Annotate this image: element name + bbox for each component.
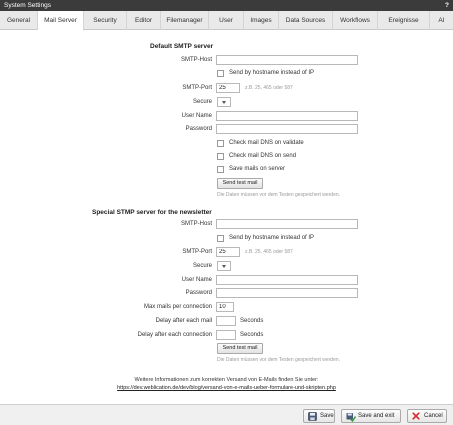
nl-smtp-port-input[interactable]: [216, 247, 240, 257]
delay-mail-label: Delay after each mail: [155, 318, 212, 324]
user-name-label: User Name: [181, 113, 212, 119]
send-by-hostname-label: Send by hostname instead of IP: [229, 70, 315, 76]
window-title: System Settings: [4, 2, 51, 9]
password-input[interactable]: [216, 124, 358, 134]
cancel-button[interactable]: Cancel: [407, 409, 447, 423]
tab-mail-server[interactable]: Mail Server: [38, 11, 84, 31]
smtp-port-input[interactable]: [216, 83, 240, 93]
smtp-port-hint: z.B. 25, 465 oder 587: [245, 85, 293, 91]
secure-label: Secure: [192, 99, 212, 105]
mail-server-panel: Default SMTP server SMTP-Host Send by ho…: [0, 31, 453, 404]
check-dns-send-checkbox[interactable]: [217, 153, 224, 160]
footer-bar: Save Save and exit Cancel: [0, 404, 453, 425]
nl-smtp-host-input[interactable]: [216, 219, 358, 229]
check-dns-validate-checkbox[interactable]: [217, 140, 224, 147]
tab-bar: General Mail Server Security Editor File…: [0, 11, 453, 31]
tab-workflows[interactable]: Workflows: [333, 11, 378, 30]
delay-connection-unit: Seconds: [240, 332, 264, 338]
nl-send-test-mail-button[interactable]: Send test mail: [217, 343, 263, 354]
save-label: Save: [320, 413, 334, 419]
help-button[interactable]: ?: [445, 0, 449, 11]
secure-select[interactable]: [217, 97, 231, 107]
chevron-down-icon: [222, 101, 226, 104]
password-label: Password: [185, 126, 212, 132]
check-dns-validate-label: Check mail DNS on validate: [229, 140, 304, 146]
tab-ai[interactable]: AI: [430, 11, 453, 30]
info-text: Weitere Informationen zum korrekten Vers…: [134, 377, 319, 383]
nl-secure-label: Secure: [192, 263, 212, 269]
tab-filemanager[interactable]: Filemanager: [161, 11, 209, 30]
tab-general[interactable]: General: [0, 11, 38, 30]
save-exit-icon: [346, 413, 356, 422]
save-mails-label: Save mails on server: [229, 166, 286, 172]
tab-user[interactable]: User: [209, 11, 244, 30]
smtp-host-label: SMTP-Host: [180, 57, 212, 63]
nl-secure-select[interactable]: [217, 261, 231, 271]
tab-images[interactable]: Images: [244, 11, 279, 30]
save-button[interactable]: Save: [303, 409, 335, 423]
send-test-mail-button[interactable]: Send test mail: [217, 178, 263, 189]
delay-mail-unit: Seconds: [240, 318, 264, 324]
tab-data-sources[interactable]: Data Sources: [279, 11, 333, 30]
default-smtp-heading: Default SMTP server: [150, 43, 214, 50]
max-mails-label: Max mails per connection: [143, 304, 212, 310]
tab-ereignisse[interactable]: Ereignisse: [378, 11, 430, 30]
send-by-hostname-checkbox[interactable]: [217, 70, 224, 77]
delay-mail-input[interactable]: [216, 316, 236, 326]
save-and-exit-button[interactable]: Save and exit: [341, 409, 401, 423]
window-titlebar: System Settings ?: [0, 0, 453, 11]
save-and-exit-label: Save and exit: [358, 413, 395, 419]
user-name-input[interactable]: [216, 111, 358, 121]
close-icon: [412, 412, 420, 420]
nl-send-by-hostname-checkbox[interactable]: [217, 235, 224, 242]
cancel-label: Cancel: [424, 413, 443, 419]
nl-smtp-port-label: SMTP-Port: [182, 249, 212, 255]
nl-smtp-port-hint: z.B. 25, 465 oder 587: [245, 249, 293, 255]
test-mail-hint: Die Daten müssen vor dem Testen gespeich…: [217, 192, 341, 198]
nl-test-mail-hint: Die Daten müssen vor dem Testen gespeich…: [217, 357, 341, 363]
max-mails-input[interactable]: [216, 302, 234, 312]
info-link[interactable]: https://dev.weblication.de/dev/blog/vers…: [0, 384, 453, 392]
smtp-port-label: SMTP-Port: [182, 85, 212, 91]
nl-smtp-host-label: SMTP-Host: [180, 221, 212, 227]
nl-user-name-label: User Name: [181, 277, 212, 283]
newsletter-smtp-heading: Special STMP server for the newsletter: [92, 209, 212, 216]
nl-password-label: Password: [185, 290, 212, 296]
floppy-disk-icon: [308, 412, 317, 421]
tab-editor[interactable]: Editor: [127, 11, 161, 30]
nl-password-input[interactable]: [216, 288, 358, 298]
nl-user-name-input[interactable]: [216, 275, 358, 285]
chevron-down-icon: [222, 265, 226, 268]
smtp-host-input[interactable]: [216, 55, 358, 65]
save-mails-checkbox[interactable]: [217, 166, 224, 173]
check-dns-send-label: Check mail DNS on send: [229, 153, 297, 159]
delay-connection-label: Delay after each connection: [137, 332, 212, 338]
delay-connection-input[interactable]: [216, 330, 236, 340]
tab-security[interactable]: Security: [84, 11, 127, 30]
nl-send-by-hostname-label: Send by hostname instead of IP: [229, 235, 315, 241]
